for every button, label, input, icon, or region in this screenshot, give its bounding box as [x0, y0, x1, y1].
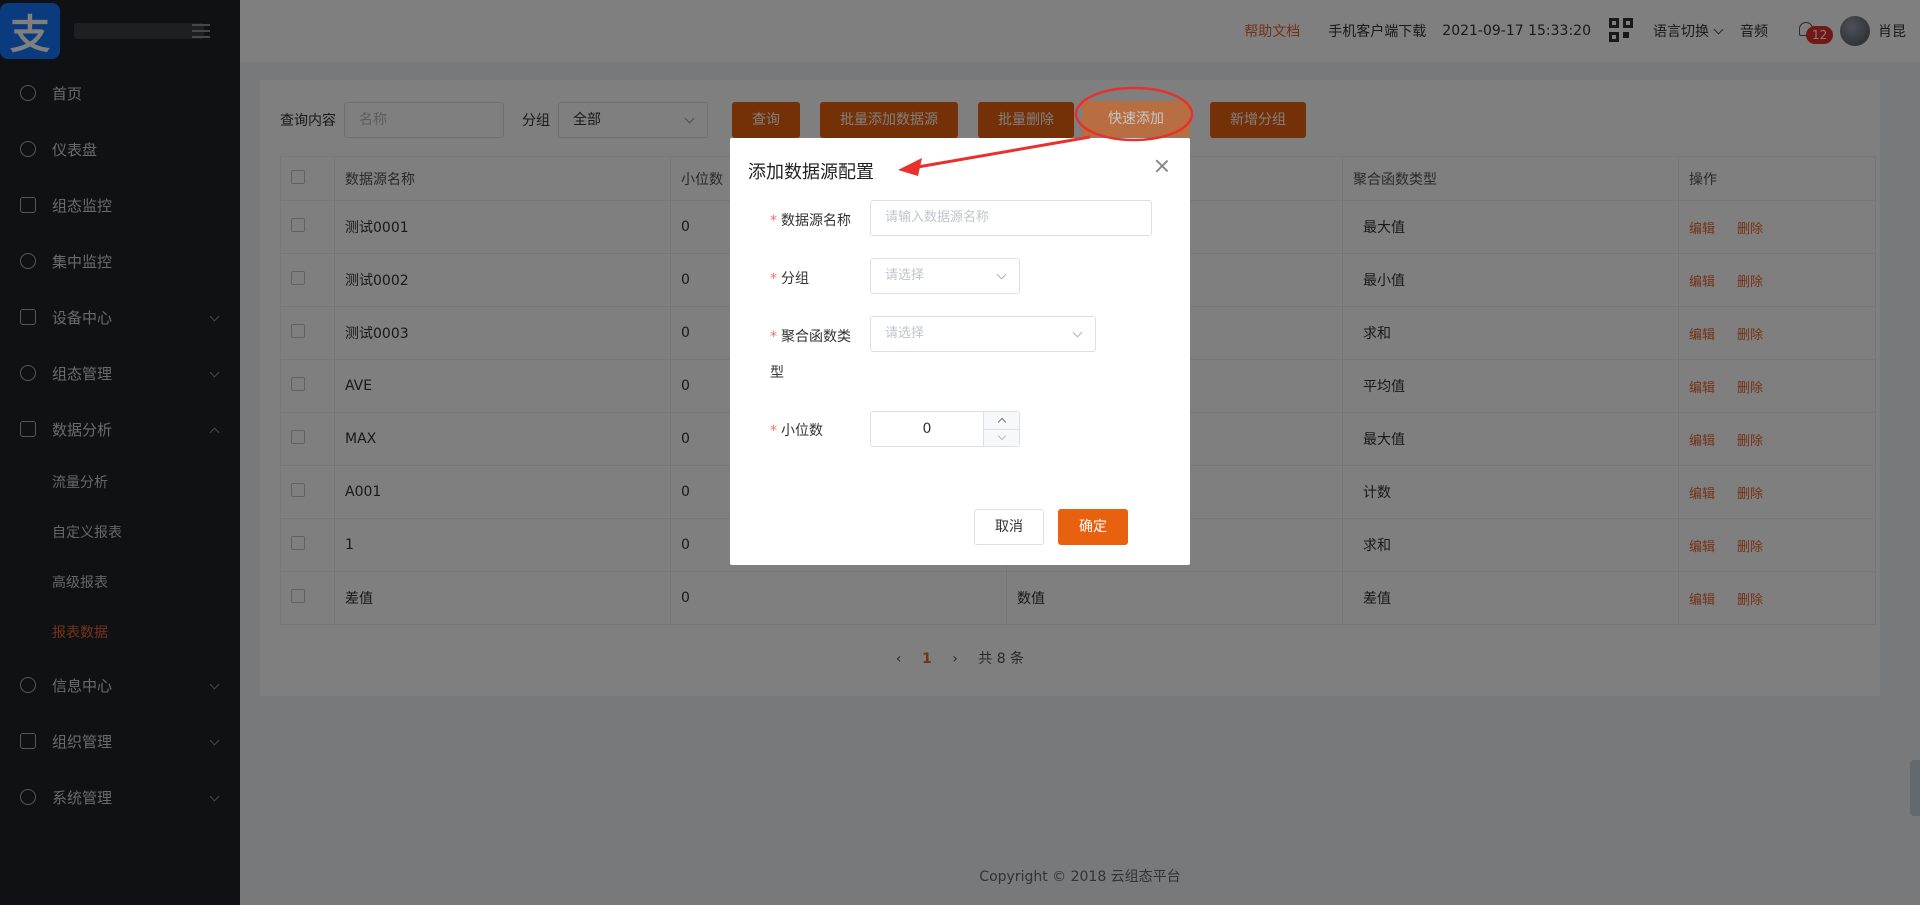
cancel-button[interactable]: 取消 — [974, 509, 1044, 545]
agg-function-select[interactable]: 请选择 — [870, 316, 1096, 352]
stepper-controls — [983, 412, 1020, 446]
agg-field-label-wrap: 型 — [770, 365, 784, 381]
stepper-down-icon[interactable] — [984, 429, 1020, 446]
chevron-down-icon — [996, 269, 1007, 280]
datasource-name-input[interactable]: 请输入数据源名称 — [870, 200, 1152, 236]
agg-field-label: * 聚合函数类 — [770, 329, 851, 345]
decimals-stepper[interactable]: 0 — [870, 411, 1020, 447]
agg-select-placeholder: 请选择 — [885, 326, 925, 341]
dialog-title: 添加数据源配置 — [748, 162, 874, 183]
decimals-field-label: * 小位数 — [770, 423, 823, 439]
close-icon[interactable] — [1154, 158, 1170, 174]
group-field-label: * 分组 — [770, 271, 809, 287]
decimals-value[interactable]: 0 — [871, 412, 983, 446]
add-datasource-dialog: 添加数据源配置 * 数据源名称 请输入数据源名称 * 分组 请选择 * 聚合函数类 型… — [730, 138, 1190, 565]
group-select[interactable]: 请选择 — [870, 258, 1020, 294]
name-field-label: * 数据源名称 — [770, 213, 851, 229]
quick-add-button[interactable]: 快速添加 — [1082, 101, 1190, 137]
stepper-up-icon[interactable] — [984, 412, 1020, 429]
chevron-down-icon — [1072, 327, 1083, 338]
confirm-button[interactable]: 确定 — [1058, 509, 1128, 545]
group-select-placeholder: 请选择 — [885, 268, 925, 283]
